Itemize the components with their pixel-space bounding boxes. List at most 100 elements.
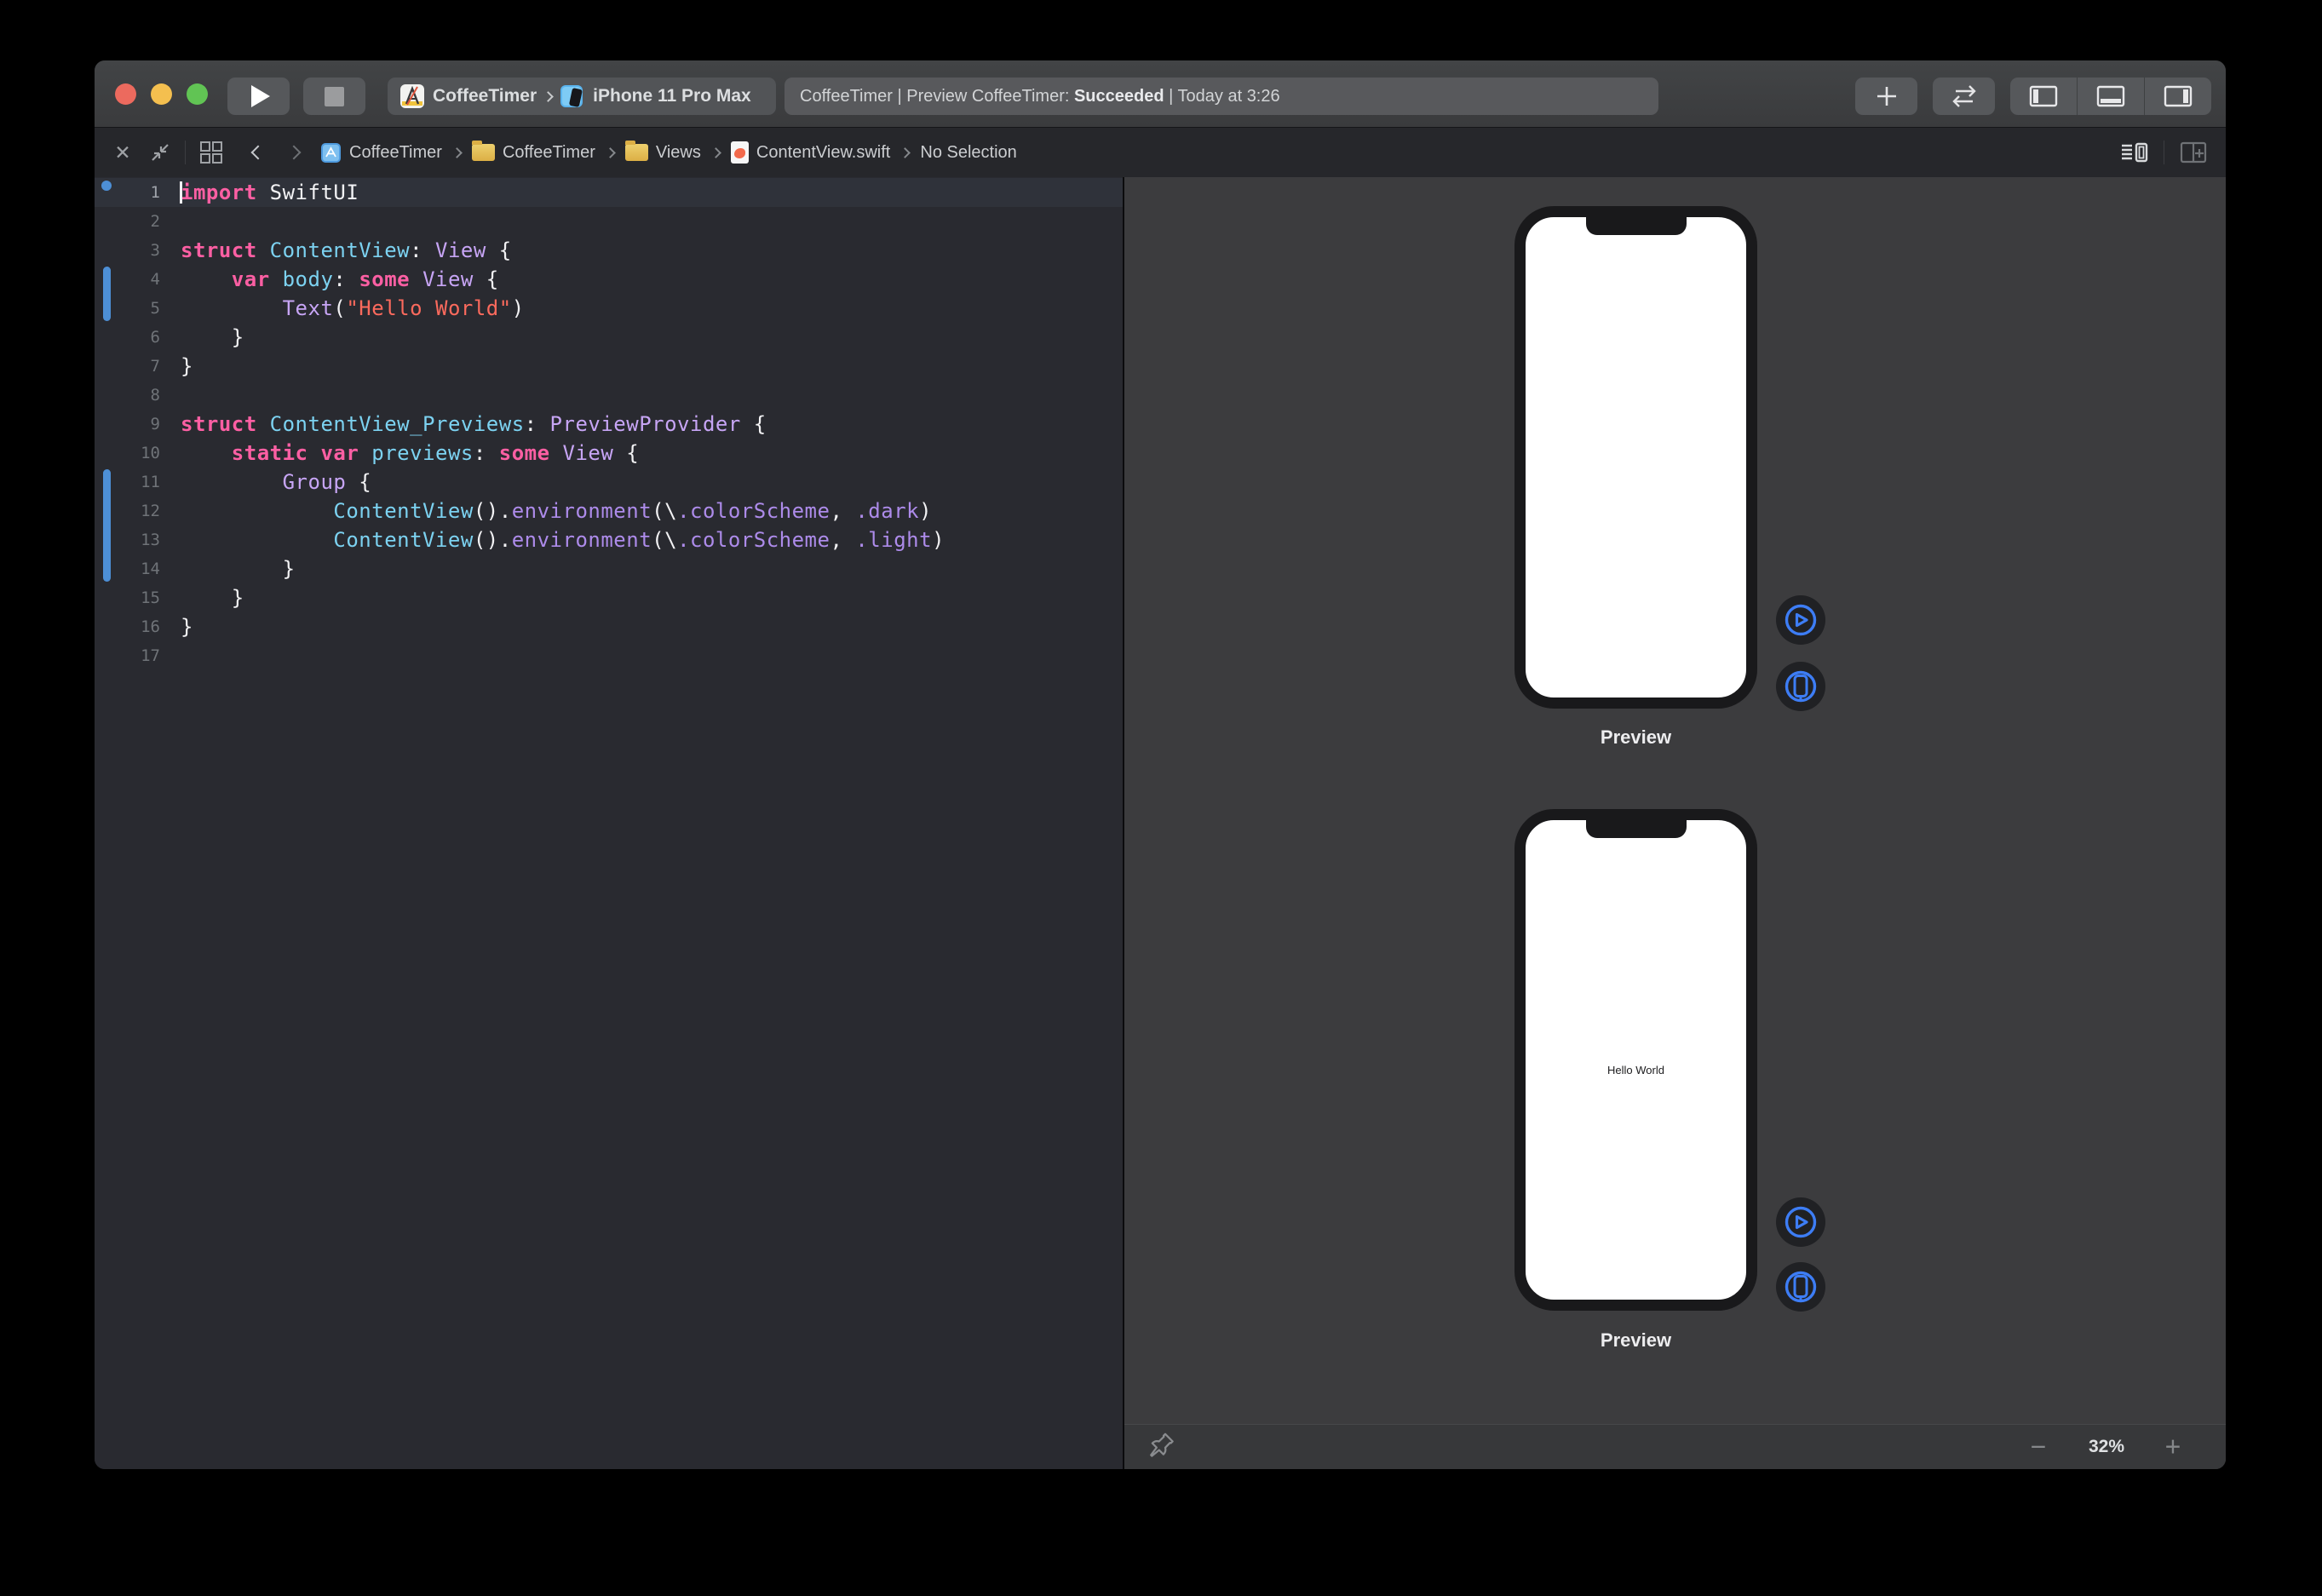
zoom-controls: − 32% + <box>2004 1425 2226 1469</box>
code-line[interactable]: 9struct ContentView_Previews: PreviewPro… <box>95 410 1123 439</box>
code-line-text: Group { <box>160 468 371 497</box>
toggle-navigator-button[interactable] <box>2010 78 2077 115</box>
code-line-text: ContentView().environment(\.colorScheme,… <box>160 525 945 554</box>
line-number: 8 <box>95 381 160 410</box>
code-line[interactable]: 2 <box>95 207 1123 236</box>
minimize-editor-button[interactable] <box>146 141 175 164</box>
code-line[interactable]: 1import SwiftUI <box>95 178 1123 207</box>
device-preview-2[interactable]: Hello World <box>1514 809 1757 1311</box>
zoom-out-button[interactable]: − <box>2031 1432 2047 1463</box>
scheme-destination-label: iPhone 11 Pro Max <box>593 86 751 106</box>
status-text-result: Succeeded <box>1074 87 1164 106</box>
stop-button[interactable] <box>303 78 365 115</box>
titlebar: CoffeeTimer iPhone 11 Pro Max CoffeeTime… <box>95 60 2226 128</box>
status-text-suffix: | Today at 3:26 <box>1164 87 1280 106</box>
code-line[interactable]: 14 } <box>95 554 1123 583</box>
code-line[interactable]: 5 Text("Hello World") <box>95 294 1123 323</box>
breadcrumb-item[interactable]: No Selection <box>920 143 1016 163</box>
editor-options-icon <box>2120 141 2149 164</box>
breadcrumb: CoffeeTimer CoffeeTimer Views ContentView.s… <box>320 141 1017 164</box>
code-line-text: } <box>160 612 193 641</box>
preview-on-device-button-2[interactable] <box>1776 1262 1825 1312</box>
breadcrumb-item-label: Views <box>656 143 701 163</box>
code-line[interactable]: 15 } <box>95 583 1123 612</box>
activity-status-bar[interactable]: CoffeeTimer | Preview CoffeeTimer: Succe… <box>785 78 1658 115</box>
bottom-panel-icon <box>2096 85 2125 107</box>
line-number: 17 <box>95 641 160 670</box>
folder-icon <box>625 144 648 161</box>
plus-icon <box>1874 83 1900 109</box>
line-number: 16 <box>95 612 160 641</box>
scheme-selector[interactable]: CoffeeTimer iPhone 11 Pro Max <box>388 78 776 115</box>
code-line-text: } <box>160 323 244 352</box>
minimize-window-button[interactable] <box>151 83 172 105</box>
pushpin-icon <box>1148 1432 1175 1459</box>
live-preview-button-2[interactable] <box>1776 1197 1825 1247</box>
source-editor[interactable]: 1import SwiftUI23struct ContentView: Vie… <box>95 177 1123 1469</box>
line-number: 2 <box>95 207 160 236</box>
main-split: 1import SwiftUI23struct ContentView: Vie… <box>95 177 2226 1469</box>
code-line[interactable]: 8 <box>95 381 1123 410</box>
code-line[interactable]: 10 static var previews: some View { <box>95 439 1123 468</box>
line-number: 6 <box>95 323 160 352</box>
split-editor-icon <box>2180 141 2207 164</box>
live-preview-button-1[interactable] <box>1776 595 1825 645</box>
code-line-text <box>160 207 181 236</box>
breadcrumb-item[interactable]: Views <box>625 143 701 163</box>
line-number: 9 <box>95 410 160 439</box>
code-line-text: } <box>160 583 244 612</box>
app-scheme-icon <box>399 83 425 109</box>
zoom-level-value[interactable]: 32% <box>2089 1437 2124 1457</box>
code-line[interactable]: 6 } <box>95 323 1123 352</box>
add-editor-button[interactable] <box>2175 141 2212 164</box>
device-preview-1[interactable] <box>1514 206 1757 709</box>
related-items-button[interactable] <box>196 140 227 165</box>
traffic-lights <box>115 83 208 105</box>
zoom-window-button[interactable] <box>187 83 208 105</box>
code-line[interactable]: 16} <box>95 612 1123 641</box>
breadcrumb-item[interactable]: CoffeeTimer <box>472 143 595 163</box>
code-line-text: static var previews: some View { <box>160 439 639 468</box>
breadcrumb-separator-icon <box>900 147 911 158</box>
code-line-text: struct ContentView_Previews: PreviewProv… <box>160 410 767 439</box>
line-number: 15 <box>95 583 160 612</box>
minimize-arrows-icon <box>149 141 171 164</box>
code-line[interactable]: 17 <box>95 641 1123 670</box>
swap-arrows-icon <box>1949 84 1980 108</box>
swift-file-icon <box>731 141 749 164</box>
breadcrumb-item-label: ContentView.swift <box>756 143 891 163</box>
code-line-text: var body: some View { <box>160 265 499 294</box>
code-line[interactable]: 3struct ContentView: View { <box>95 236 1123 265</box>
breadcrumb-item[interactable]: ContentView.swift <box>731 141 891 164</box>
toggle-debug-area-button[interactable] <box>2077 78 2144 115</box>
go-back-button[interactable] <box>247 147 269 158</box>
code-line-text: struct ContentView: View { <box>160 236 512 265</box>
folder-icon <box>472 144 495 161</box>
breadcrumb-separator-icon <box>605 147 616 158</box>
panel-toggle-group <box>2010 78 2211 115</box>
breadcrumb-item[interactable]: CoffeeTimer <box>320 142 442 164</box>
close-editor-button[interactable]: ✕ <box>110 141 135 164</box>
pin-preview-button[interactable] <box>1148 1432 1175 1463</box>
breadcrumb-item-label: CoffeeTimer <box>349 143 442 163</box>
source-change-marker <box>101 181 112 191</box>
close-window-button[interactable] <box>115 83 136 105</box>
code-line[interactable]: 11 Group { <box>95 468 1123 497</box>
preview-on-device-button-1[interactable] <box>1776 662 1825 711</box>
editor-options-button[interactable] <box>2116 141 2153 164</box>
code-line[interactable]: 13 ContentView().environment(\.colorSche… <box>95 525 1123 554</box>
library-button[interactable] <box>1855 78 1917 115</box>
editor-mode-button[interactable] <box>1933 78 1995 115</box>
zoom-in-button[interactable]: + <box>2165 1432 2181 1463</box>
source-change-bar <box>103 267 111 321</box>
code-line[interactable]: 12 ContentView().environment(\.colorSche… <box>95 497 1123 525</box>
device-circle-icon <box>1782 1268 1819 1306</box>
run-button[interactable] <box>227 78 290 115</box>
code-line[interactable]: 7} <box>95 352 1123 381</box>
preview-canvas: Preview Hello World <box>1124 177 2226 1469</box>
code-line[interactable]: 4 var body: some View { <box>95 265 1123 294</box>
toggle-inspector-button[interactable] <box>2144 78 2211 115</box>
go-forward-button[interactable] <box>283 147 305 158</box>
code-area: 1import SwiftUI23struct ContentView: Vie… <box>95 177 1123 1469</box>
related-items-grid-icon <box>198 140 224 165</box>
